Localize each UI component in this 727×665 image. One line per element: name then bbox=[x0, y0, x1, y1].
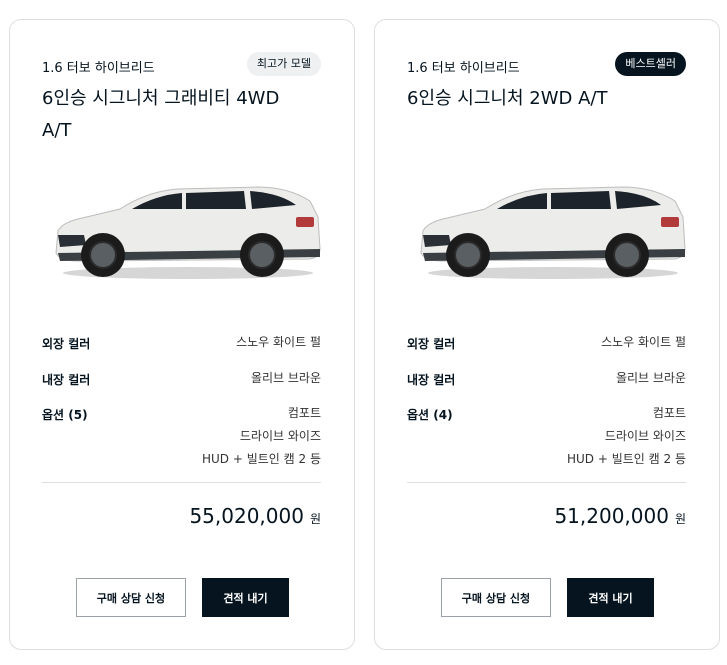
option-item: HUD + 빌트인 캠 2 등 bbox=[566, 452, 686, 466]
consult-button[interactable]: 구매 상담 신청 bbox=[441, 578, 551, 617]
engine-type: 1.6 터보 하이브리드 bbox=[42, 61, 155, 76]
interior-color-label: 내장 컬러 bbox=[407, 373, 456, 387]
option-item: 드라이브 와이즈 bbox=[604, 429, 686, 443]
interior-color-label: 내장 컬러 bbox=[42, 373, 91, 387]
option-item: HUD + 빌트인 캠 2 등 bbox=[201, 452, 321, 466]
exterior-color-value: 스노우 화이트 펄 bbox=[236, 335, 321, 349]
car-image bbox=[55, 186, 321, 279]
top-price-badge: 최고가 모델 bbox=[246, 52, 321, 76]
option-item: 컴포트 bbox=[652, 406, 686, 420]
car-illustration bbox=[420, 186, 686, 279]
trim-card: 1.6 터보 하이브리드 최고가 모델 6인승 시그니처 그래비티 4WD A/… bbox=[9, 19, 355, 650]
option-item: 드라이브 와이즈 bbox=[239, 429, 321, 443]
divider bbox=[42, 482, 321, 483]
options-list: 컴포트 드라이브 와이즈 HUD + 빌트인 캠 2 등 bbox=[202, 402, 321, 471]
car-image bbox=[420, 186, 686, 279]
options-label: 옵션 (4) bbox=[407, 408, 453, 422]
exterior-color-value: 스노우 화이트 펄 bbox=[601, 335, 686, 349]
engine-type: 1.6 터보 하이브리드 bbox=[407, 61, 520, 76]
model-title: 6인승 시그니처 2WD A/T bbox=[407, 88, 608, 109]
price-amount: 55,020,000 bbox=[189, 504, 304, 528]
interior-color-value: 올리브 브라운 bbox=[250, 371, 321, 385]
price: 55,020,000 원 bbox=[189, 504, 321, 528]
exterior-color-label: 외장 컬러 bbox=[42, 337, 91, 351]
interior-color-value: 올리브 브라운 bbox=[615, 371, 686, 385]
price: 51,200,000 원 bbox=[554, 504, 686, 528]
model-title: 6인승 시그니처 그래비티 4WD A/T bbox=[42, 88, 280, 141]
price-currency: 원 bbox=[674, 512, 686, 526]
car-illustration bbox=[55, 186, 321, 279]
quote-button[interactable]: 견적 내기 bbox=[202, 578, 289, 617]
trim-card: 1.6 터보 하이브리드 베스트셀러 6인승 시그니처 2WD A/T 외장 컬… bbox=[374, 19, 720, 650]
options-list: 컴포트 드라이브 와이즈 HUD + 빌트인 캠 2 등 bbox=[567, 402, 686, 471]
option-item: 컴포트 bbox=[287, 406, 321, 420]
consult-button[interactable]: 구매 상담 신청 bbox=[76, 578, 186, 617]
bestseller-badge: 베스트셀러 bbox=[615, 52, 686, 76]
options-label: 옵션 (5) bbox=[42, 408, 88, 422]
price-currency: 원 bbox=[309, 512, 321, 526]
divider bbox=[407, 482, 686, 483]
quote-button[interactable]: 견적 내기 bbox=[567, 578, 654, 617]
exterior-color-label: 외장 컬러 bbox=[407, 337, 456, 351]
price-amount: 51,200,000 bbox=[554, 504, 669, 528]
